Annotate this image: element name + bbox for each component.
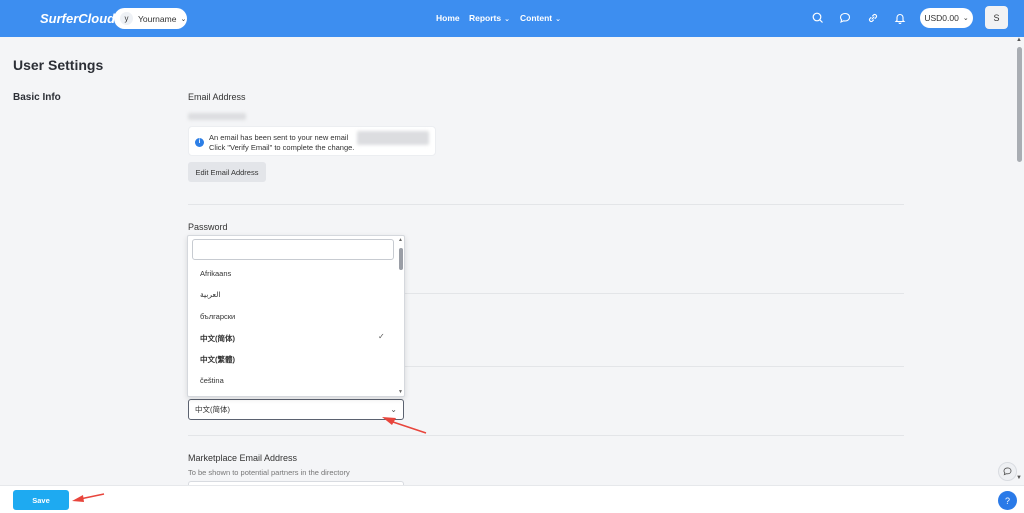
marketplace-email-label: Marketplace Email Address	[188, 453, 298, 463]
redacted-new-email	[357, 131, 429, 145]
language-select-value: 中文(简体)	[195, 405, 230, 414]
language-search-input[interactable]	[192, 239, 394, 260]
chevron-down-icon: ⌄	[180, 15, 187, 23]
info-icon: i	[195, 138, 204, 147]
chevron-down-icon: ⌄	[555, 16, 561, 23]
nav-home[interactable]: Home	[436, 13, 460, 23]
email-verification-notice: i An email has been sent to your new ema…	[188, 126, 436, 156]
footer-bar: Save ?	[0, 485, 1024, 513]
main-content: User Settings Basic Info Email Address i…	[0, 37, 1015, 491]
page-scrollbar[interactable]: ▲ ▼	[1015, 37, 1024, 485]
scroll-up-arrow-icon[interactable]: ▲	[1016, 37, 1022, 43]
currency-balance: USD0.00	[924, 13, 959, 23]
user-avatar[interactable]: S	[985, 6, 1008, 29]
search-icon[interactable]	[811, 11, 825, 25]
nav-content[interactable]: Content ⌄	[520, 13, 561, 23]
scroll-up-arrow-icon[interactable]: ▲	[398, 237, 403, 243]
nav-reports[interactable]: Reports ⌄	[469, 13, 510, 23]
password-label: Password	[188, 222, 228, 232]
chevron-down-icon: ⌄	[504, 16, 510, 23]
language-option[interactable]: български	[200, 312, 235, 321]
scroll-down-arrow-icon[interactable]: ▼	[1016, 475, 1022, 481]
chevron-down-icon: ⌄	[390, 405, 397, 414]
chat-bubble-icon	[1003, 467, 1012, 476]
scroll-down-arrow-icon[interactable]: ▼	[398, 389, 403, 395]
brand-logo[interactable]: SurferCloud	[40, 11, 115, 26]
language-dropdown-list: Afrikaans العربية български 中文(简体) ✓ 中文(…	[187, 235, 405, 397]
page-scrollbar-thumb[interactable]	[1017, 47, 1022, 162]
workspace-avatar: y	[120, 12, 133, 25]
checkmark-icon: ✓	[378, 332, 385, 341]
currency-balance-dropdown[interactable]: USD0.00 ⌄	[920, 8, 973, 28]
link-icon[interactable]	[866, 11, 880, 25]
page-title: User Settings	[13, 57, 104, 73]
notice-line-1: An email has been sent to your new email	[209, 133, 349, 142]
section-divider	[188, 435, 904, 436]
redacted-email	[188, 113, 246, 120]
top-navigation-bar: SurferCloud y Yourname ⌄ Home Reports ⌄ C…	[0, 0, 1024, 37]
nav-content-label: Content	[520, 13, 553, 23]
language-select[interactable]: 中文(简体) ⌄	[188, 399, 404, 420]
workspace-name: Yourname	[138, 13, 177, 24]
section-basic-info: Basic Info	[13, 92, 61, 103]
nav-home-label: Home	[436, 13, 460, 23]
workspace-switcher[interactable]: y Yourname ⌄	[114, 8, 187, 29]
save-button[interactable]: Save	[13, 490, 69, 510]
nav-reports-label: Reports	[469, 13, 502, 23]
language-option-selected[interactable]: 中文(简体)	[200, 333, 235, 344]
edit-email-button[interactable]: Edit Email Address	[188, 162, 266, 182]
marketplace-email-hint: To be shown to potential partners in the…	[188, 468, 350, 477]
dropdown-scrollbar-thumb[interactable]	[399, 248, 403, 270]
help-button[interactable]: ?	[998, 491, 1017, 510]
notice-line-2: Click "Verify Email" to complete the cha…	[209, 143, 355, 152]
chevron-down-icon: ⌄	[962, 15, 969, 22]
language-option[interactable]: Afrikaans	[200, 269, 231, 278]
section-divider	[188, 204, 904, 205]
email-label: Email Address	[188, 92, 246, 102]
chat-bubble-icon[interactable]	[838, 11, 852, 25]
chat-support-button[interactable]	[998, 462, 1017, 481]
language-option[interactable]: العربية	[200, 290, 221, 299]
language-option[interactable]: 中文(繁體)	[200, 354, 235, 365]
language-option[interactable]: čeština	[200, 376, 224, 385]
bell-icon[interactable]	[893, 11, 907, 25]
